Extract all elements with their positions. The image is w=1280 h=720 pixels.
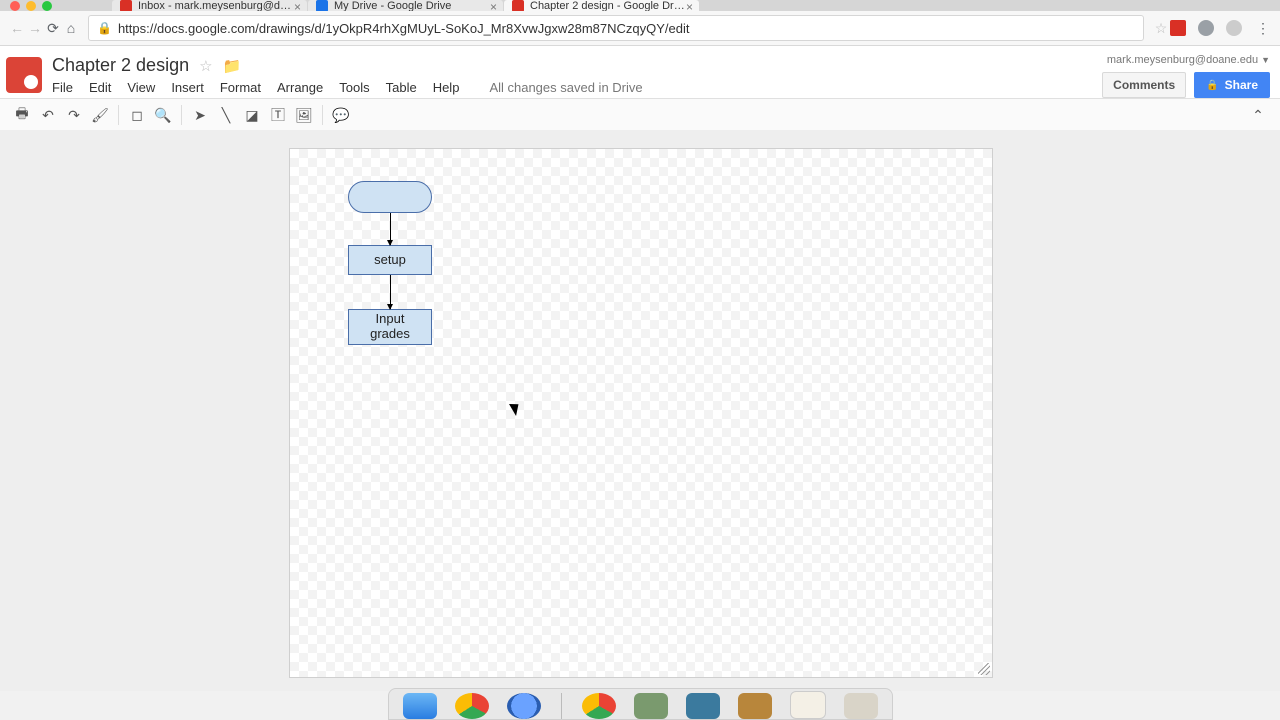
extension-icon[interactable]: [1170, 20, 1186, 36]
toolbar: 🖶 ↶ ↷ 🖌 ◻ 🔍 ➤ ╲ ◪ 🅃 🖼 💬 ⌃: [0, 98, 1280, 132]
window-close-icon[interactable]: [10, 1, 20, 11]
canvas-area[interactable]: setup Input grades: [0, 130, 1280, 691]
lock-icon: 🔒: [97, 21, 112, 35]
separator: [181, 105, 182, 125]
menu-tools[interactable]: Tools: [339, 80, 369, 95]
favicon-icon: [512, 0, 524, 11]
collapse-toolbar-icon[interactable]: ⌃: [1246, 103, 1270, 127]
flowchart-arrow[interactable]: [390, 275, 391, 309]
menu-file[interactable]: File: [52, 80, 73, 95]
flowchart-shape-input[interactable]: Input grades: [348, 309, 432, 345]
app-window: Chapter 2 design ☆ 📁 File Edit View Inse…: [0, 46, 1280, 691]
url-text: https://docs.google.com/drawings/d/1yOkp…: [118, 21, 690, 36]
print-icon[interactable]: 🖶: [10, 103, 34, 127]
tab-title: My Drive - Google Drive: [334, 0, 451, 11]
menu-arrange[interactable]: Arrange: [277, 80, 323, 95]
dock-app-notes[interactable]: [790, 691, 826, 719]
paint-format-icon[interactable]: 🖌: [88, 103, 112, 127]
shape-tool-icon[interactable]: ◪: [240, 103, 264, 127]
browser-tab-drive[interactable]: My Drive - Google Drive ×: [308, 0, 503, 11]
extension-icon[interactable]: [1226, 20, 1242, 36]
canvas-resize-grip[interactable]: [978, 663, 990, 675]
fit-zoom-icon[interactable]: ◻: [125, 103, 149, 127]
dock-app-generic-2[interactable]: [686, 693, 720, 719]
comment-icon[interactable]: 💬: [329, 103, 353, 127]
shape-label: setup: [374, 253, 406, 268]
menu-format[interactable]: Format: [220, 80, 261, 95]
tab-close-icon[interactable]: ×: [686, 0, 693, 11]
dock: [0, 690, 1280, 720]
dock-app-trash[interactable]: [844, 693, 878, 719]
menu-edit[interactable]: Edit: [89, 80, 111, 95]
dock-app-chrome-2[interactable]: [582, 693, 616, 719]
account-email[interactable]: mark.meysenburg@doane.edu ▼: [1107, 54, 1270, 66]
share-label: Share: [1225, 78, 1258, 92]
favicon-icon: [316, 0, 328, 11]
caret-down-icon: ▼: [1261, 55, 1270, 65]
reload-icon[interactable]: ⟳: [44, 20, 62, 37]
browser-tab-strip: Inbox - mark.meysenburg@d… × My Drive - …: [0, 0, 1280, 11]
lock-icon: 🔒: [1206, 80, 1218, 91]
window-controls[interactable]: [10, 0, 52, 11]
dock-app-safari[interactable]: [507, 693, 541, 719]
nav-forward-icon[interactable]: →: [26, 20, 44, 36]
dock-app-generic-3[interactable]: [738, 693, 772, 719]
window-minimize-icon[interactable]: [26, 1, 36, 11]
separator: [118, 105, 119, 125]
drawing-canvas[interactable]: setup Input grades: [289, 148, 993, 678]
zoom-icon[interactable]: 🔍: [151, 103, 175, 127]
share-button[interactable]: 🔒 Share: [1194, 72, 1270, 98]
tab-close-icon[interactable]: ×: [294, 0, 301, 11]
undo-icon[interactable]: ↶: [36, 103, 60, 127]
mouse-cursor-icon: [512, 401, 522, 415]
flowchart-arrow[interactable]: [390, 213, 391, 245]
favicon-icon: [120, 0, 132, 11]
menu-table[interactable]: Table: [386, 80, 417, 95]
dock-app-generic-1[interactable]: [634, 693, 668, 719]
dock-app-finder[interactable]: [403, 693, 437, 719]
redo-icon[interactable]: ↷: [62, 103, 86, 127]
star-icon[interactable]: ☆: [199, 57, 212, 75]
browser-tab-drawing[interactable]: Chapter 2 design - Google Dr… ×: [504, 0, 699, 11]
browser-tab-inbox[interactable]: Inbox - mark.meysenburg@d… ×: [112, 0, 307, 11]
comments-button[interactable]: Comments: [1102, 72, 1186, 98]
tab-title: Chapter 2 design - Google Dr…: [530, 0, 685, 11]
menu-insert[interactable]: Insert: [171, 80, 204, 95]
comments-label: Comments: [1113, 78, 1175, 92]
move-folder-icon[interactable]: 📁: [223, 57, 242, 75]
extension-icon[interactable]: [1198, 20, 1214, 36]
nav-back-icon[interactable]: ←: [8, 20, 26, 36]
menu-help[interactable]: Help: [433, 80, 460, 95]
window-zoom-icon[interactable]: [42, 1, 52, 11]
bookmark-star-icon[interactable]: ☆: [1152, 20, 1170, 37]
chrome-menu-icon[interactable]: ⋮: [1254, 20, 1272, 37]
extension-icons: ⋮: [1170, 20, 1272, 37]
flowchart-shape-terminator[interactable]: [348, 181, 432, 213]
image-tool-icon[interactable]: 🖼: [292, 103, 316, 127]
dock-app-chrome[interactable]: [455, 693, 489, 719]
flowchart-shape-setup[interactable]: setup: [348, 245, 432, 275]
doc-header: Chapter 2 design ☆ 📁 File Edit View Inse…: [0, 46, 1280, 98]
menu-bar: File Edit View Insert Format Arrange Too…: [52, 80, 1102, 95]
browser-tabs: Inbox - mark.meysenburg@d… × My Drive - …: [112, 0, 700, 11]
home-icon[interactable]: ⌂: [62, 20, 80, 36]
account-email-text: mark.meysenburg@doane.edu: [1107, 54, 1258, 66]
save-status: All changes saved in Drive: [489, 80, 642, 95]
dock-separator: [561, 693, 562, 719]
tab-close-icon[interactable]: ×: [490, 0, 497, 11]
menu-view[interactable]: View: [127, 80, 155, 95]
drawings-logo-icon[interactable]: [6, 57, 42, 93]
separator: [322, 105, 323, 125]
browser-toolbar: ← → ⟳ ⌂ 🔒 https://docs.google.com/drawin…: [0, 11, 1280, 46]
shape-label: Input grades: [370, 312, 410, 342]
line-tool-icon[interactable]: ╲: [214, 103, 238, 127]
select-tool-icon[interactable]: ➤: [188, 103, 212, 127]
address-bar[interactable]: 🔒 https://docs.google.com/drawings/d/1yO…: [88, 15, 1144, 41]
textbox-tool-icon[interactable]: 🅃: [266, 103, 290, 127]
doc-title[interactable]: Chapter 2 design: [52, 55, 189, 76]
tab-title: Inbox - mark.meysenburg@d…: [138, 0, 291, 11]
